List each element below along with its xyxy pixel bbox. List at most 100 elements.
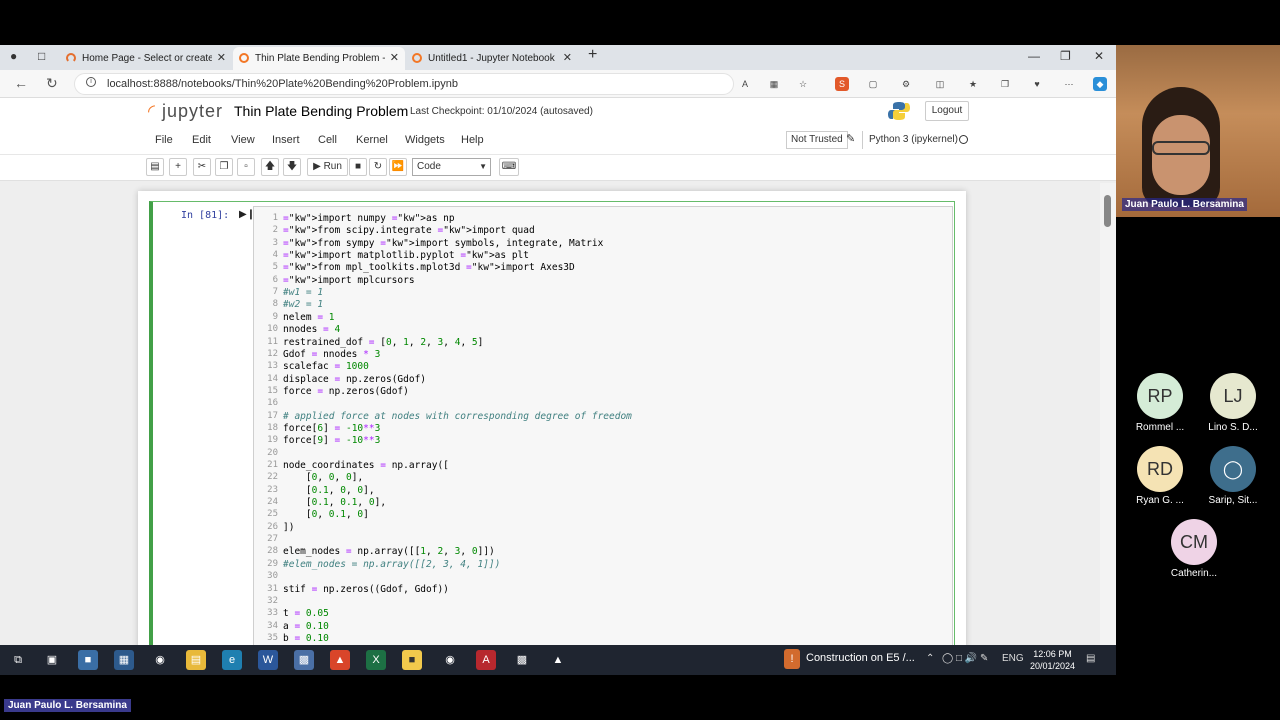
kernel-name: Python 3 (ipykernel): [862, 131, 958, 149]
acrobat-icon[interactable]: A: [476, 650, 496, 670]
app-icon[interactable]: ◉: [150, 650, 170, 670]
cell-type-select[interactable]: Code ▼: [412, 158, 491, 176]
code-line: a = 0.10: [283, 620, 329, 632]
address-bar: ← ↻ localhost:8888/notebooks/Thin%20Plat…: [0, 70, 1116, 98]
notebook-name[interactable]: Thin Plate Bending Problem: [234, 103, 408, 119]
interrupt-button[interactable]: ■: [349, 158, 367, 176]
vertical-scrollbar[interactable]: [1100, 183, 1116, 645]
start-icon[interactable]: ⧉: [8, 650, 28, 670]
tab-thin-plate[interactable]: Thin Plate Bending Problem - Jup ✕: [233, 47, 405, 70]
cut-button[interactable]: ✂: [193, 158, 211, 176]
edge-icon[interactable]: e: [222, 650, 242, 670]
more-icon[interactable]: ⋯: [1062, 77, 1076, 91]
paste-button[interactable]: ▫: [237, 158, 255, 176]
excel-icon[interactable]: X: [366, 650, 386, 670]
split-screen-icon[interactable]: ◫: [933, 77, 947, 91]
refresh-icon[interactable]: ↻: [46, 75, 58, 92]
logout-button[interactable]: Logout: [925, 101, 969, 121]
tab-actions-icon[interactable]: □: [38, 49, 45, 63]
task-view-icon[interactable]: ▣: [42, 650, 62, 670]
python-logo-icon: [888, 102, 910, 120]
run-label: Run: [323, 161, 342, 172]
line-number: 34: [267, 620, 278, 631]
code-line: ="kw">from sympy ="kw">import symbols, i…: [283, 237, 604, 249]
back-icon[interactable]: ←: [14, 75, 28, 91]
window-close-icon[interactable]: ✕: [1094, 49, 1104, 63]
menu-cell[interactable]: Cell: [318, 134, 337, 146]
participant-tile[interactable]: RP Rommel ...: [1125, 373, 1195, 433]
code-editor[interactable]: 1 2 3 4 5 6 7 8 9 10 11 12 13 14 15 16 17 18 19 20 21 22 23 24 2…: [253, 206, 953, 645]
read-aloud-icon[interactable]: A: [738, 77, 752, 91]
move-up-button[interactable]: 🡅: [261, 158, 279, 176]
chevron-up-icon[interactable]: ⌃: [926, 653, 934, 664]
command-palette-button[interactable]: ⌨: [499, 158, 519, 176]
menu-view[interactable]: View: [231, 134, 255, 146]
restart-button[interactable]: ↻: [369, 158, 387, 176]
chrome-icon[interactable]: ◉: [440, 650, 460, 670]
menu-help[interactable]: Help: [461, 134, 484, 146]
code-line: ="kw">import matplotlib.pyplot ="kw">as …: [283, 250, 529, 262]
save-button[interactable]: ▤: [146, 158, 164, 176]
calculator-icon[interactable]: ▦: [114, 650, 134, 670]
favorites-icon[interactable]: ★: [966, 77, 980, 91]
maximize-icon[interactable]: ❐: [1060, 49, 1071, 63]
participant-name: Rommel ...: [1135, 422, 1185, 433]
close-icon[interactable]: ✕: [217, 51, 226, 64]
url-field[interactable]: localhost:8888/notebooks/Thin%20Plate%20…: [74, 73, 734, 95]
tray-icons[interactable]: ◯ □ 🔊 ✎: [942, 653, 988, 664]
participant-tile[interactable]: RD Ryan G. ...: [1125, 446, 1195, 506]
app-icon[interactable]: ▩: [294, 650, 314, 670]
new-tab-icon[interactable]: +: [588, 46, 597, 64]
code-line: [0, 0, 0],: [283, 472, 364, 484]
code-line: elem_nodes = np.array([[1, 2, 3, 0]]): [283, 546, 495, 558]
not-trusted-badge[interactable]: Not Trusted: [786, 131, 848, 149]
sticky-notes-icon[interactable]: ■: [402, 650, 422, 670]
news-ticker[interactable]: Construction on E5 /...: [806, 652, 915, 664]
copilot-icon[interactable]: ◆: [1093, 77, 1107, 91]
menu-insert[interactable]: Insert: [272, 134, 300, 146]
app-icon[interactable]: ▩: [512, 650, 532, 670]
favorite-star-icon[interactable]: ☆: [796, 77, 810, 91]
scrollbar-thumb[interactable]: [1104, 195, 1111, 227]
profile-icon[interactable]: ●: [10, 49, 17, 63]
clock[interactable]: 12:06 PM 20/01/2024: [1030, 648, 1075, 672]
tab-home-page[interactable]: Home Page - Select or create a n ✕: [60, 47, 232, 70]
participant-name: Ryan G. ...: [1136, 495, 1184, 506]
immersive-reader-icon[interactable]: ▦: [767, 77, 781, 91]
jupyter-logo[interactable]: ◜ jupyter: [148, 101, 223, 122]
file-explorer-icon[interactable]: ▤: [186, 650, 206, 670]
copy-button[interactable]: ❐: [215, 158, 233, 176]
insert-cell-button[interactable]: +: [169, 158, 187, 176]
jupyter-tab-icon: [239, 53, 249, 63]
restart-run-all-button[interactable]: ⏩: [389, 158, 407, 176]
line-number: 16: [267, 398, 278, 409]
language-indicator[interactable]: ENG: [1002, 653, 1024, 664]
extension-icon[interactable]: ▢: [866, 77, 880, 91]
edit-pencil-icon[interactable]: ✎: [846, 132, 855, 145]
word-icon[interactable]: W: [258, 650, 278, 670]
tab-untitled1[interactable]: Untitled1 - Jupyter Notebook ✕: [406, 47, 578, 70]
menu-edit[interactable]: Edit: [192, 134, 211, 146]
code-cell[interactable]: In [81]: ▶❙ 1 2 3 4 5 6 7 8 9 10 11 12 13 14 15 16 17 18 1…: [149, 201, 955, 645]
minimize-icon[interactable]: —: [1028, 49, 1040, 63]
app-icon[interactable]: ■: [78, 650, 98, 670]
move-down-button[interactable]: 🡇: [283, 158, 301, 176]
menu-file[interactable]: File: [155, 134, 173, 146]
participant-tile[interactable]: ◯ Sarip, Sit...: [1198, 446, 1268, 506]
app-icon[interactable]: ▲: [330, 650, 350, 670]
run-button[interactable]: ▶ Run: [307, 158, 348, 176]
participant-tile[interactable]: CM Catherin...: [1159, 519, 1229, 579]
menu-kernel[interactable]: Kernel: [356, 134, 388, 146]
line-number: 9: [272, 311, 278, 322]
extensions-puzzle-icon[interactable]: ⚙: [899, 77, 913, 91]
participant-tile[interactable]: LJ Lino S. D...: [1198, 373, 1268, 433]
browser-essentials-icon[interactable]: ♥: [1030, 77, 1044, 91]
extension-icon[interactable]: S: [835, 77, 849, 91]
notifications-icon[interactable]: ▤: [1086, 653, 1095, 664]
close-icon[interactable]: ✕: [390, 51, 399, 64]
close-icon[interactable]: ✕: [563, 51, 572, 64]
menu-widgets[interactable]: Widgets: [405, 134, 445, 146]
info-icon[interactable]: i: [86, 77, 96, 87]
collections-icon[interactable]: ❐: [998, 77, 1012, 91]
matlab-icon[interactable]: ▲: [548, 650, 568, 670]
